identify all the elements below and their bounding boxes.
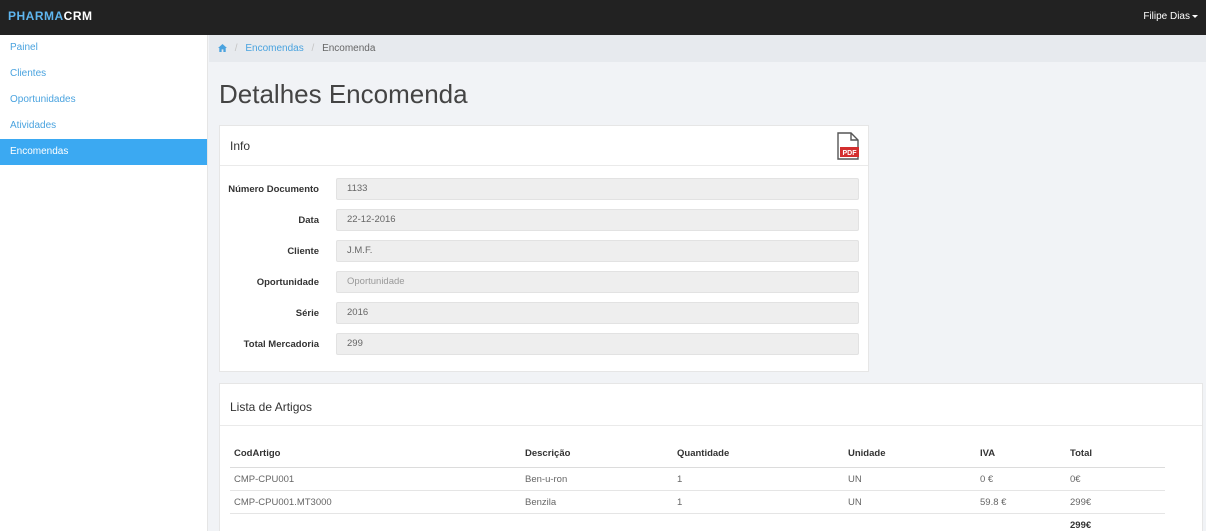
table-cell: 1 — [677, 474, 683, 485]
sidebar-item-atividades[interactable]: Atividades — [0, 113, 207, 139]
field-label: Data — [298, 215, 319, 226]
table-cell: 59.8 € — [980, 497, 1007, 508]
table-cell: CMP-CPU001 — [234, 474, 295, 485]
breadcrumb: / Encomendas / Encomenda — [209, 35, 1206, 62]
table-cell: 0€ — [1070, 474, 1081, 485]
brand-part1: PHARMA — [8, 9, 64, 23]
field-oportunidade: Oportunidade Oportunidade — [220, 271, 870, 295]
column-header[interactable]: IVA — [980, 440, 995, 468]
table-row[interactable]: CMP-CPU001 Ben-u-ron 1 UN 0 € 0€ — [230, 468, 1165, 491]
page-title: Detalhes Encomenda — [219, 79, 468, 109]
home-icon[interactable] — [218, 43, 230, 54]
field-label: Número Documento — [228, 184, 319, 195]
field-label: Oportunidade — [256, 277, 319, 288]
field-serie: Série 2016 — [220, 302, 870, 326]
sidebar-item-oportunidades[interactable]: Oportunidades — [0, 87, 207, 113]
table-header-row: CodArtigo Descrição Quantidade Unidade I… — [230, 440, 1165, 468]
table-cell: CMP-CPU001.MT3000 — [234, 497, 332, 508]
user-menu[interactable]: Filipe Dias — [1143, 11, 1198, 22]
field-total-mercadoria: Total Mercadoria 299 — [220, 333, 870, 357]
items-table: CodArtigo Descrição Quantidade Unidade I… — [230, 440, 1165, 531]
sidebar-item-painel[interactable]: Painel — [0, 35, 207, 61]
table-cell: Ben-u-ron — [525, 474, 568, 485]
oportunidade-field[interactable]: Oportunidade — [336, 271, 859, 293]
table-cell: Benzila — [525, 497, 557, 508]
column-header[interactable]: Total — [1070, 440, 1092, 468]
field-label: Cliente — [287, 246, 319, 257]
table-cell: 1 — [677, 497, 683, 508]
total-mercadoria-field[interactable]: 299 — [336, 333, 859, 355]
field-cliente: Cliente J.M.F. — [220, 240, 870, 264]
user-name: Filipe Dias — [1143, 11, 1190, 22]
caret-down-icon — [1192, 14, 1198, 18]
info-panel: Info PDF Número Documento 1133 Data 22-1… — [219, 125, 869, 372]
column-header[interactable]: Descrição — [525, 440, 570, 468]
info-panel-title: Info — [230, 139, 251, 153]
info-panel-header: Info PDF — [220, 126, 868, 166]
items-list-panel: Lista de Artigos CodArtigo Descrição Qua… — [219, 383, 1203, 531]
table-row[interactable]: CMP-CPU001.MT3000 Benzila 1 UN 59.8 € 29… — [230, 491, 1165, 514]
brand-part2: CRM — [63, 9, 93, 23]
breadcrumb-current: Encomenda — [322, 43, 376, 54]
items-list-header: Lista de Artigos — [220, 384, 1202, 426]
column-header[interactable]: CodArtigo — [234, 440, 280, 468]
top-navbar: PHARMACRM Filipe Dias — [0, 0, 1206, 35]
pdf-download-icon[interactable]: PDF — [837, 132, 859, 160]
table-cell: UN — [848, 497, 862, 508]
serie-field[interactable]: 2016 — [336, 302, 859, 324]
breadcrumb-link-encomendas[interactable]: Encomendas — [245, 43, 303, 54]
pdf-label: PDF — [843, 150, 858, 157]
sidebar-item-clientes[interactable]: Clientes — [0, 61, 207, 87]
field-label: Série — [295, 308, 319, 319]
field-label: Total Mercadoria — [243, 339, 319, 350]
column-header[interactable]: Quantidade — [677, 440, 729, 468]
cliente-field[interactable]: J.M.F. — [336, 240, 859, 262]
data-field[interactable]: 22-12-2016 — [336, 209, 859, 231]
breadcrumb-separator: / — [234, 43, 238, 54]
table-cell: 299€ — [1070, 497, 1092, 508]
sidebar-item-encomendas[interactable]: Encomendas — [0, 139, 207, 165]
field-numero-documento: Número Documento 1133 — [220, 178, 870, 202]
column-header[interactable]: Unidade — [848, 440, 885, 468]
sidebar: Painel Clientes Oportunidades Atividades… — [0, 35, 208, 531]
brand-logo[interactable]: PHARMACRM — [8, 9, 93, 23]
numero-documento-field[interactable]: 1133 — [336, 178, 859, 200]
items-list-title: Lista de Artigos — [230, 400, 313, 414]
table-cell: UN — [848, 474, 862, 485]
table-total-row: 299€ — [230, 514, 1165, 531]
grand-total: 299€ — [1070, 520, 1092, 531]
breadcrumb-separator: / — [311, 43, 315, 54]
field-data: Data 22-12-2016 — [220, 209, 870, 233]
table-cell: 0 € — [980, 474, 994, 485]
